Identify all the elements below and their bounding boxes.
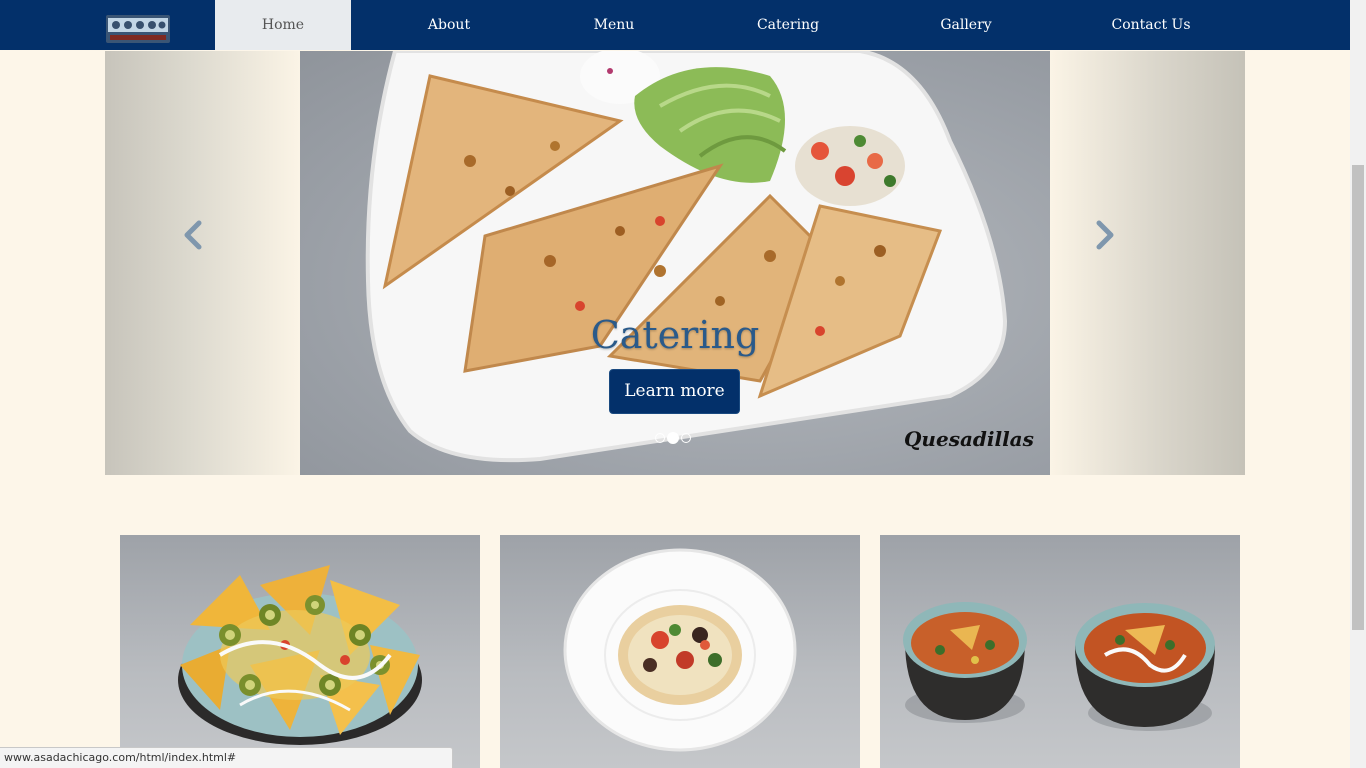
hero-carousel: Catering Learn more Quesadillas bbox=[105, 51, 1245, 475]
carousel-right-panel[interactable] bbox=[1050, 51, 1245, 475]
scrollbar-thumb[interactable] bbox=[1352, 165, 1364, 630]
soup-thumbnail[interactable] bbox=[880, 535, 1240, 768]
soup-bowls-image bbox=[903, 602, 1215, 731]
nachos-image bbox=[178, 565, 422, 745]
nav-catering[interactable]: Catering bbox=[728, 0, 848, 50]
learn-more-button[interactable]: Learn more bbox=[609, 369, 740, 414]
nav-contact-us[interactable]: Contact Us bbox=[1090, 0, 1212, 50]
browser-status-bar: www.asadachicago.com/html/index.html# bbox=[0, 747, 453, 768]
carousel-indicator-3[interactable] bbox=[681, 432, 691, 443]
carousel-indicator-2[interactable] bbox=[667, 431, 679, 444]
asada-logo-icon[interactable] bbox=[106, 13, 170, 45]
chevron-right-icon[interactable] bbox=[1093, 219, 1117, 251]
carousel-indicators bbox=[654, 427, 692, 444]
nav-menu[interactable]: Menu bbox=[555, 0, 673, 50]
tostada-thumbnail[interactable] bbox=[500, 535, 860, 768]
top-navbar: Home About Menu Catering Gallery Contact… bbox=[0, 0, 1350, 50]
slide-dish-label: Quesadillas bbox=[904, 427, 1034, 451]
carousel-left-panel[interactable] bbox=[105, 51, 300, 475]
carousel-slide: Catering Learn more Quesadillas bbox=[300, 51, 1050, 475]
nachos-thumbnail[interactable] bbox=[120, 535, 480, 768]
chevron-left-icon[interactable] bbox=[181, 219, 205, 251]
nav-gallery[interactable]: Gallery bbox=[906, 0, 1026, 50]
nav-about[interactable]: About bbox=[390, 0, 508, 50]
carousel-caption-title: Catering bbox=[590, 313, 760, 357]
tostada-image bbox=[563, 548, 797, 752]
nav-home[interactable]: Home bbox=[215, 0, 351, 50]
page-scrollbar[interactable] bbox=[1350, 0, 1366, 768]
carousel-indicator-1[interactable] bbox=[655, 432, 665, 443]
